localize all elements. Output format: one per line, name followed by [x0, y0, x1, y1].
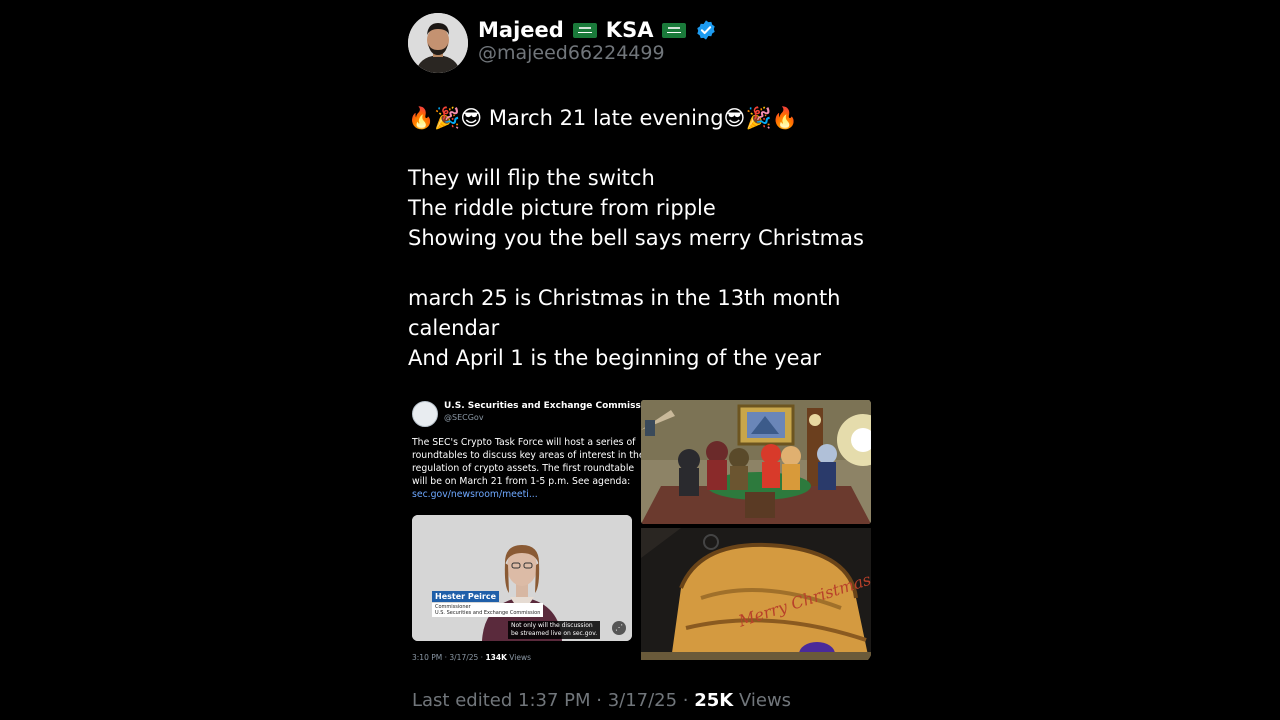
verified-badge-icon: [697, 20, 716, 40]
sec-agenda-link[interactable]: sec.gov/newsroom/meeti...: [412, 488, 634, 501]
cartoon-poker-scene-image[interactable]: [641, 400, 871, 524]
saudi-flag-icon: [572, 22, 597, 38]
merry-christmas-bell-image[interactable]: Merry Christmas: [641, 528, 871, 660]
fire-party-cool-emoji: 🔥🎉😎: [408, 106, 483, 130]
cool-party-fire-emoji: 😎🎉🔥: [723, 106, 798, 130]
sec-video-thumbnail[interactable]: Hester Peirce Commissioner U.S. Securiti…: [412, 515, 632, 641]
tweet-line: Showing you the bell says merry Christma…: [408, 226, 864, 250]
author-handle[interactable]: @majeed66224499: [478, 42, 665, 64]
sec-tweet-header: U.S. Securities and Exchange Commission …: [412, 400, 667, 427]
tweet-screenshot: Majeed KSA @majeed66224499 🔥🎉😎 March 21 …: [0, 0, 1280, 720]
author-name[interactable]: Majeed: [478, 18, 564, 42]
bell-illustration: Merry Christmas: [641, 528, 871, 660]
author-name-row[interactable]: Majeed KSA: [478, 16, 717, 44]
sec-tweet-image[interactable]: U.S. Securities and Exchange Commission …: [404, 394, 667, 664]
media-grid[interactable]: U.S. Securities and Exchange Commission …: [404, 394, 872, 664]
sec-seal-icon: [412, 401, 438, 427]
avatar-photo: [408, 13, 468, 73]
tweet-line: calendar: [408, 316, 500, 340]
edited-timestamp[interactable]: Last edited 1:37 PM · 3/17/25 ·: [412, 690, 694, 711]
tweet-footer: Last edited 1:37 PM · 3/17/25 · 25K View…: [412, 690, 791, 711]
views-label: Views: [733, 690, 792, 711]
sec-account-handle: @SECGov: [444, 413, 484, 422]
share-icon[interactable]: ⋰: [612, 621, 626, 635]
tweet-line: And April 1 is the beginning of the year: [408, 346, 822, 370]
speaker-title-lower-third: Commissioner U.S. Securities and Exchang…: [432, 603, 544, 617]
speaker-name-lower-third: Hester Peirce: [432, 591, 500, 602]
tweet-body: 🔥🎉😎 March 21 late evening😎🎉🔥 They will f…: [408, 103, 878, 373]
video-caption: Not only will the discussion be streamed…: [508, 621, 601, 639]
poker-scene-illustration: [641, 400, 871, 524]
sec-account-name: U.S. Securities and Exchange Commission: [444, 401, 657, 411]
tweet-headline: 🔥🎉😎 March 21 late evening😎🎉🔥: [408, 106, 798, 130]
tweet-line: They will flip the switch: [408, 166, 655, 190]
sec-tweet-text: The SEC's Crypto Task Force will host a …: [412, 437, 645, 501]
view-count: 25K: [694, 690, 734, 711]
author-country: KSA: [605, 18, 654, 42]
tweet-line: march 25 is Christmas in the 13th month: [408, 286, 841, 310]
avatar[interactable]: [408, 13, 468, 73]
sec-tweet-meta: 3:10 PM · 3/17/25 · 134K Views: [412, 653, 531, 662]
tweet-line: The riddle picture from ripple: [408, 196, 716, 220]
saudi-flag-icon: [662, 22, 687, 38]
